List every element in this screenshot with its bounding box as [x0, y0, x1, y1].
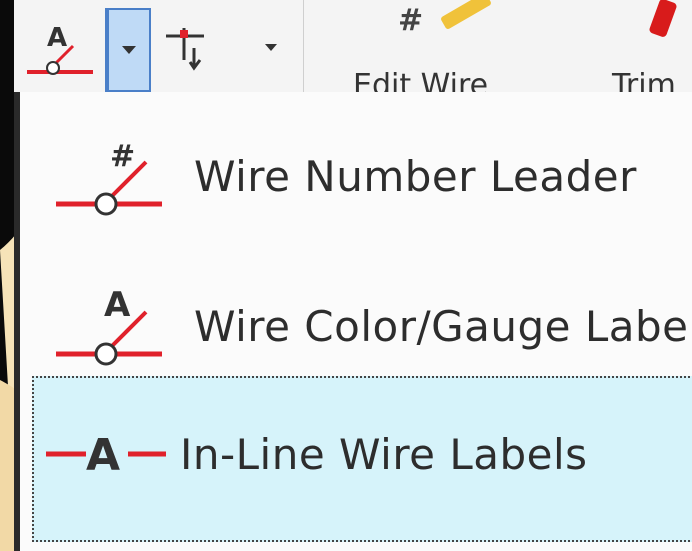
menu-item-wire-color-gauge-labels[interactable]: A Wire Color/Gauge Labels: [40, 262, 692, 390]
insert-wire-icon: [166, 28, 204, 71]
inline-wire-labels-icon: A: [46, 430, 166, 481]
insert-wire-dropdown[interactable]: [256, 28, 286, 68]
chevron-down-icon: [122, 46, 136, 54]
wire-number-leader-icon: #: [56, 139, 162, 216]
menu-item-inline-wire-labels[interactable]: A In-Line Wire Labels: [32, 376, 692, 542]
insert-wire-button[interactable]: [160, 14, 240, 78]
ribbon-separator: [303, 0, 304, 92]
menu-item-label: In-Line Wire Labels: [180, 430, 588, 479]
svg-text:A: A: [47, 23, 67, 53]
edit-wire-icon: #: [392, 0, 502, 40]
wire-label-dropdown-arrow[interactable]: [107, 8, 151, 92]
wire-color-gauge-labels-icon: A: [56, 285, 162, 366]
menu-item-label: Wire Color/Gauge Labels: [194, 302, 692, 351]
svg-text:A: A: [104, 285, 131, 325]
svg-text:#: #: [398, 3, 423, 38]
svg-text:A: A: [86, 430, 120, 481]
menu-item-label: Wire Number Leader: [194, 152, 637, 201]
chevron-down-icon: [265, 44, 277, 51]
wire-label-split-button-main[interactable]: A: [17, 8, 107, 92]
wire-label-dropdown-menu: # Wire Number Leader A Wire Color/Gauge …: [14, 92, 692, 551]
menu-item-wire-number-leader[interactable]: # Wire Number Leader: [40, 112, 692, 240]
wire-label-icon: A: [27, 23, 93, 75]
trim-icon: [640, 0, 692, 40]
svg-text:#: #: [110, 139, 135, 174]
